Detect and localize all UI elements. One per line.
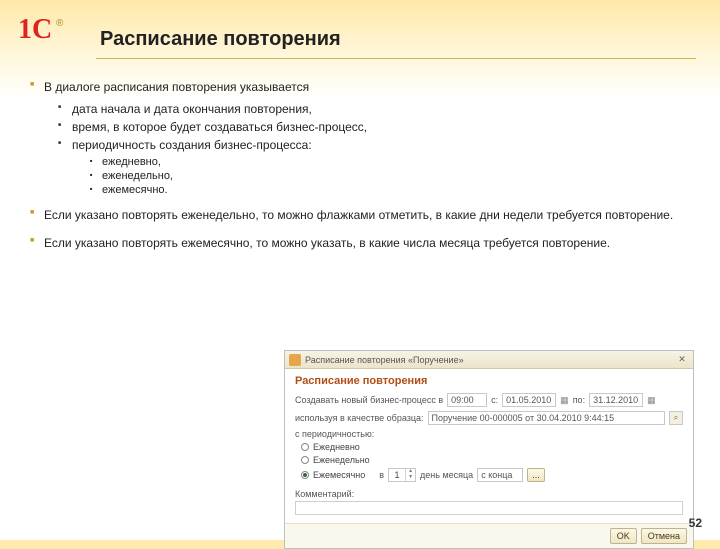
sample-field[interactable]: Поручение 00-000005 от 30.04.2010 9:44:1…: [428, 411, 665, 425]
comment-label: Комментарий:: [295, 489, 683, 499]
bullet-sub-2: время, в которое будет создаваться бизне…: [30, 120, 700, 134]
dialog-heading: Расписание повторения: [285, 369, 693, 391]
calendar-icon[interactable]: ▦: [560, 395, 569, 406]
schedule-dialog: Расписание повторения «Поручение» ✕ Расп…: [284, 350, 694, 549]
radio-monthly-label: Ежемесячно: [313, 470, 365, 480]
ok-button[interactable]: OK: [610, 528, 637, 544]
create-label: Создавать новый бизнес-процесс в: [295, 395, 443, 405]
bullet-main-2: Если указано повторять еженедельно, то м…: [30, 208, 700, 222]
bullet-subsub-2: еженедельно,: [30, 170, 700, 182]
monthly-day-label: день месяца: [420, 470, 473, 480]
radio-daily-label: Ежедневно: [313, 442, 360, 452]
calendar-icon[interactable]: ▦: [647, 395, 656, 406]
radio-weekly-label: Еженедельно: [313, 455, 370, 465]
bullet-subsub-1: ежедневно,: [30, 156, 700, 168]
search-icon[interactable]: ⌕: [669, 411, 683, 425]
stepper-down-icon[interactable]: ▼: [406, 475, 415, 481]
dialog-titlebar[interactable]: Расписание повторения «Поручение» ✕: [285, 351, 693, 369]
window-icon: [289, 354, 301, 366]
radio-weekly-row[interactable]: Еженедельно: [295, 455, 683, 465]
monthly-in-label: в: [379, 470, 384, 480]
time-field[interactable]: 09:00: [447, 393, 487, 407]
bullet-sub-1: дата начала и дата окончания повторения,: [30, 102, 700, 116]
radio-daily-row[interactable]: Ежедневно: [295, 442, 683, 452]
sample-label: используя в качестве образца:: [295, 413, 424, 423]
window-title: Расписание повторения «Поручение»: [305, 355, 675, 365]
day-number-stepper[interactable]: 1 ▲▼: [388, 468, 416, 482]
radio-monthly[interactable]: [301, 471, 309, 479]
day-number-value: 1: [389, 469, 405, 481]
cancel-button[interactable]: Отмена: [641, 528, 687, 544]
radio-daily[interactable]: [301, 443, 309, 451]
comment-field[interactable]: [295, 501, 683, 515]
bullet-main-1: В диалоге расписания повторения указывае…: [30, 80, 700, 94]
from-label: с:: [491, 395, 498, 405]
date-to-field[interactable]: 31.12.2010: [589, 393, 643, 407]
close-icon[interactable]: ✕: [675, 354, 689, 366]
logo-1c: 1C®: [18, 14, 68, 58]
radio-monthly-row[interactable]: Ежемесячно в 1 ▲▼ день месяца с конца ..…: [295, 468, 683, 482]
bullet-main-3: Если указано повторять ежемесячно, то мо…: [30, 236, 700, 250]
periodicity-label: с периодичностью:: [295, 429, 683, 439]
date-from-field[interactable]: 01.05.2010: [502, 393, 556, 407]
to-label: по:: [573, 395, 585, 405]
bullet-sub-3: периодичность создания бизнес-процесса:: [30, 138, 700, 152]
radio-weekly[interactable]: [301, 456, 309, 464]
bullet-subsub-3: ежемесячно.: [30, 184, 700, 196]
month-end-field[interactable]: с конца: [477, 468, 523, 482]
slide-title: Расписание повторения: [100, 28, 341, 51]
page-number: 52: [689, 516, 702, 530]
more-days-button[interactable]: ...: [527, 468, 545, 482]
title-underline: [96, 58, 696, 59]
